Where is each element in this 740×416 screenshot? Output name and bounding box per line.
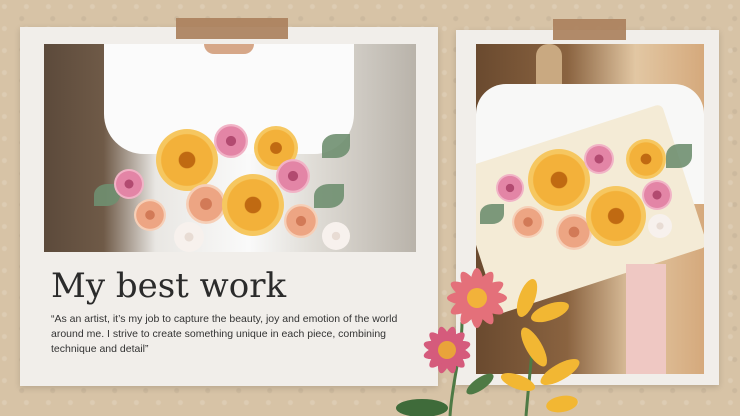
white-rose: [648, 214, 672, 238]
yellow-lilies: [500, 279, 580, 413]
rose-flower: [642, 180, 672, 210]
gerbera-flower: [528, 149, 590, 211]
bouquet: [94, 124, 354, 252]
gerbera-flower: [156, 129, 218, 191]
leaf: [322, 134, 350, 158]
rose-flower: [276, 159, 310, 193]
gerbera-flower: [222, 174, 284, 236]
rose-flower: [284, 204, 318, 238]
leaf: [314, 184, 344, 208]
gerbera-flower: [626, 139, 666, 179]
leaf: [480, 204, 504, 224]
pink-daisy: [447, 268, 507, 328]
decorative-flowers-icon: [396, 268, 580, 416]
rose-flower: [496, 174, 524, 202]
right-tape: [553, 19, 626, 40]
rose-flower: [114, 169, 144, 199]
rose-flower: [584, 144, 614, 174]
chin: [204, 44, 254, 54]
rose-flower: [214, 124, 248, 158]
page-title: My best work: [51, 266, 287, 306]
bouquet-photo-left: [44, 44, 416, 252]
rose-flower: [512, 206, 544, 238]
pink-daisy-small: [423, 326, 471, 374]
leaf: [666, 144, 692, 168]
rose-flower: [186, 184, 226, 224]
rose-flower: [134, 199, 166, 231]
white-rose: [174, 222, 204, 252]
white-rose: [322, 222, 350, 250]
left-tape: [176, 18, 288, 39]
artist-quote: “As an artist, it’s my job to capture th…: [51, 313, 398, 355]
gerbera-flower: [586, 186, 646, 246]
